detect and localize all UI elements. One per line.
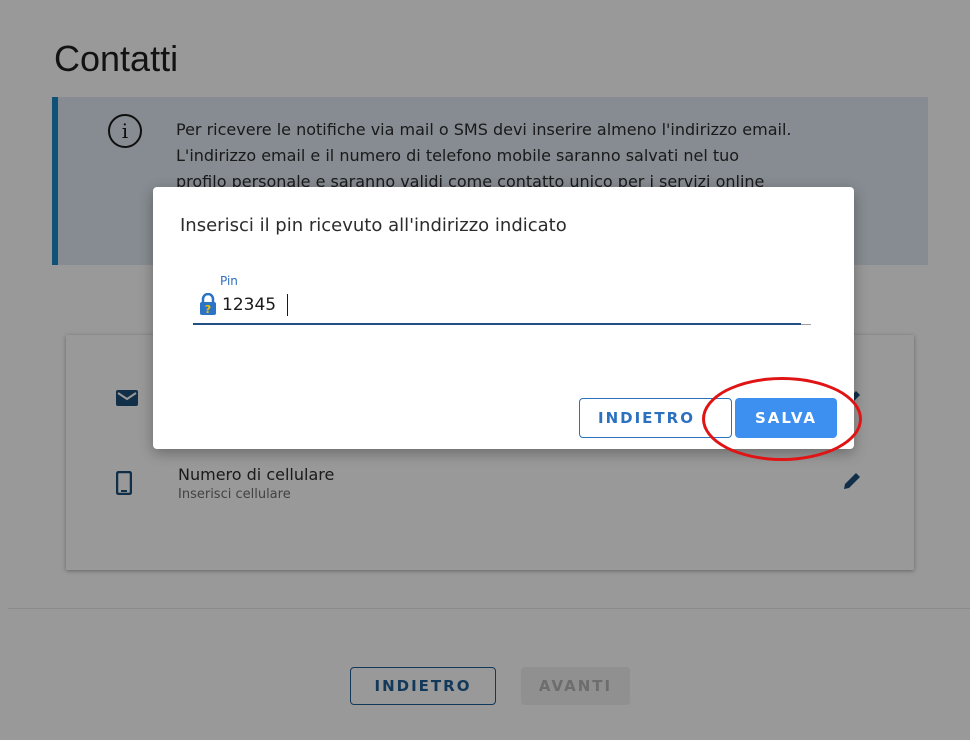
- pin-label: Pin: [220, 274, 238, 288]
- text-caret: [287, 294, 288, 316]
- pin-input[interactable]: [222, 292, 802, 318]
- lock-question-icon: ?: [199, 292, 217, 319]
- dialog-back-button[interactable]: INDIETRO: [579, 398, 732, 438]
- input-focus-underline: [193, 323, 801, 325]
- pin-dialog: Inserisci il pin ricevuto all'indirizzo …: [153, 187, 854, 449]
- save-button[interactable]: SALVA: [735, 398, 837, 438]
- dialog-title: Inserisci il pin ricevuto all'indirizzo …: [180, 215, 567, 236]
- svg-text:?: ?: [205, 303, 211, 315]
